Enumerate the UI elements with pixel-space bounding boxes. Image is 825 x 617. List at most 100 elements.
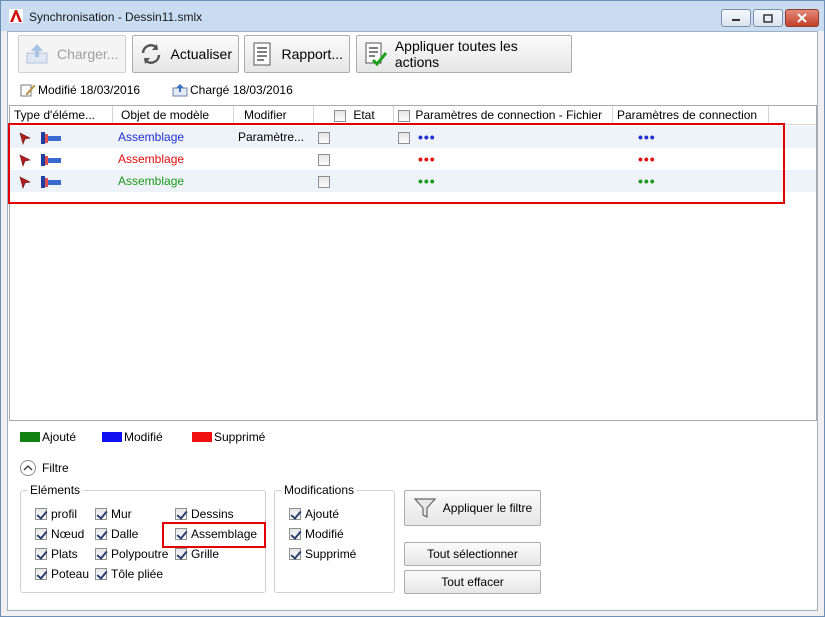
modifie-checkbox[interactable] [289, 528, 301, 540]
elements-group-title: Eléments [27, 483, 84, 497]
file-params-checkbox[interactable] [398, 131, 410, 144]
assemblage-label: Assemblage [191, 527, 258, 541]
chevron-up-icon[interactable] [20, 460, 36, 476]
element-type-cell [18, 148, 62, 170]
maximize-icon [763, 13, 773, 23]
assembly-icon [41, 131, 61, 144]
refresh-button[interactable]: Actualiser [132, 35, 239, 73]
connection-params-ellipsis-button[interactable]: ••• [638, 170, 656, 192]
dessins-checkbox[interactable] [175, 508, 187, 520]
column-header-etat[interactable]: Etat [314, 106, 394, 125]
etat-header-checkbox[interactable] [334, 109, 346, 122]
file-params-header-checkbox[interactable] [398, 109, 410, 122]
modified-swatch [102, 432, 122, 442]
column-header-type[interactable]: Type d'éléme... [10, 106, 113, 125]
deleted-swatch [192, 432, 212, 442]
filter-supprime[interactable]: Supprimé [289, 547, 356, 561]
dalle-checkbox[interactable] [95, 528, 107, 540]
table-row[interactable]: Assemblage ••• ••• [10, 170, 816, 192]
column-header-file-params[interactable]: Paramètres de connection - Fichier [394, 106, 613, 125]
modifications-group-title: Modifications [281, 483, 358, 497]
noeud-label: Nœud [51, 527, 85, 541]
polypoutre-checkbox[interactable] [95, 548, 107, 560]
synchronisation-window: Synchronisation - Dessin11.smlx Charger.… [0, 0, 825, 617]
etat-cell [318, 126, 330, 148]
modifier-cell [238, 170, 312, 192]
select-arrow-icon [19, 154, 31, 167]
mur-checkbox[interactable] [95, 508, 107, 520]
poteau-checkbox[interactable] [35, 568, 47, 580]
close-button[interactable] [785, 9, 819, 27]
legend-deleted-label: Supprimé [214, 430, 266, 444]
tole-pliee-label: Tôle pliée [111, 567, 164, 581]
legend-modified-label: Modifié [124, 430, 163, 444]
modifie-label: Modifié [305, 527, 344, 541]
grid-header: Type d'éléme... Objet de modèle Modifier… [10, 106, 816, 125]
etat-checkbox[interactable] [318, 175, 330, 188]
pencil-icon [20, 84, 36, 97]
filter-tole-pliee[interactable]: Tôle pliée [95, 567, 163, 581]
modifier-cell: Paramètre... [238, 130, 305, 144]
connection-params-ellipsis-button[interactable]: ••• [638, 126, 656, 148]
file-params-ellipsis-button[interactable]: ••• [418, 126, 436, 148]
apply-filter-button[interactable]: Appliquer le filtre [404, 490, 541, 526]
plats-checkbox[interactable] [35, 548, 47, 560]
filter-assemblage[interactable]: Assemblage [175, 527, 257, 541]
filter-toggle[interactable]: Filtre [20, 460, 69, 476]
profil-checkbox[interactable] [35, 508, 47, 520]
title-bar: Synchronisation - Dessin11.smlx [1, 1, 824, 31]
filter-modifie[interactable]: Modifié [289, 527, 344, 541]
synchronisation-grid: Type d'éléme... Objet de modèle Modifier… [9, 105, 817, 421]
column-header-modifier[interactable]: Modifier [234, 106, 314, 125]
noeud-checkbox[interactable] [35, 528, 47, 540]
file-params-ellipsis-button[interactable]: ••• [418, 170, 436, 192]
filter-polypoutre[interactable]: Polypoutre [95, 547, 168, 561]
column-header-params[interactable]: Paramètres de connection [613, 106, 769, 125]
report-button[interactable]: Rapport... [244, 35, 350, 73]
ajoute-label: Ajouté [305, 507, 340, 521]
maximize-button[interactable] [753, 9, 783, 27]
filter-mur[interactable]: Mur [95, 507, 132, 521]
filter-ajoute[interactable]: Ajouté [289, 507, 339, 521]
poteau-label: Poteau [51, 567, 90, 581]
filter-grille[interactable]: Grille [175, 547, 219, 561]
element-type-cell [18, 126, 62, 148]
legend-deleted: Supprimé [192, 430, 265, 444]
plats-label: Plats [51, 547, 78, 561]
file-params-ellipsis-button[interactable]: ••• [418, 148, 436, 170]
assemblage-checkbox[interactable] [175, 528, 187, 540]
column-header-object[interactable]: Objet de modèle [113, 106, 234, 125]
filter-poteau[interactable]: Poteau [35, 567, 89, 581]
filter-dalle[interactable]: Dalle [95, 527, 138, 541]
select-all-button[interactable]: Tout sélectionner [404, 542, 541, 566]
table-row[interactable]: Assemblage ••• ••• [10, 148, 816, 170]
window-title: Synchronisation - Dessin11.smlx [29, 10, 203, 24]
grille-checkbox[interactable] [175, 548, 187, 560]
assembly-icon [41, 153, 61, 166]
minimize-button[interactable] [721, 9, 751, 27]
apply-all-actions-button[interactable]: Appliquer toutes les actions [356, 35, 572, 73]
supprime-label: Supprimé [305, 547, 357, 561]
etat-cell [318, 148, 330, 170]
model-object-cell: Assemblage [118, 174, 185, 188]
table-row[interactable]: Assemblage Paramètre... ••• ••• [10, 126, 816, 148]
connection-params-ellipsis-button[interactable]: ••• [638, 148, 656, 170]
ajoute-checkbox[interactable] [289, 508, 301, 520]
minimize-icon [732, 19, 740, 21]
filter-dessins[interactable]: Dessins [175, 507, 234, 521]
file-params-checkbox-cell [398, 126, 410, 148]
app-logo-icon [9, 9, 23, 23]
load-button[interactable]: Charger... [18, 35, 126, 73]
filter-profil[interactable]: profil [35, 507, 77, 521]
clear-all-label: Tout effacer [441, 575, 504, 589]
filter-noeud[interactable]: Nœud [35, 527, 84, 541]
etat-checkbox[interactable] [318, 131, 330, 144]
clear-all-button[interactable]: Tout effacer [404, 570, 541, 594]
loaded-status: Chargé 18/03/2016 [172, 83, 293, 97]
tole-pliee-checkbox[interactable] [95, 568, 107, 580]
loaded-date: Chargé 18/03/2016 [190, 83, 293, 97]
modified-date: Modifié 18/03/2016 [38, 83, 141, 97]
filter-plats[interactable]: Plats [35, 547, 78, 561]
supprime-checkbox[interactable] [289, 548, 301, 560]
etat-checkbox[interactable] [318, 153, 330, 166]
